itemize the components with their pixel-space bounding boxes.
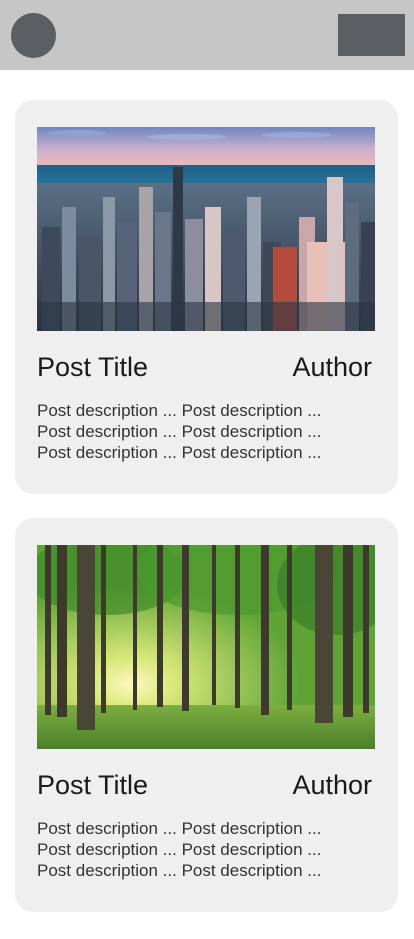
post-description-line: Post description ... Post description ..…	[37, 819, 322, 838]
post-description-line: Post description ... Post description ..…	[37, 861, 322, 880]
post-description-line: Post description ... Post description ..…	[37, 401, 322, 420]
menu-button[interactable]	[338, 14, 405, 56]
post-title[interactable]: Post Title	[37, 351, 148, 383]
post-description: Post description ... Post description ..…	[37, 818, 377, 881]
post-author[interactable]: Author	[292, 769, 372, 801]
post-card[interactable]: Post Title Author Post description ... P…	[15, 518, 398, 912]
post-description-line: Post description ... Post description ..…	[37, 443, 322, 462]
post-description: Post description ... Post description ..…	[37, 400, 377, 463]
post-card[interactable]: Post Title Author Post description ... P…	[15, 100, 398, 494]
city-skyline-image	[37, 127, 375, 331]
forest-image	[37, 545, 375, 749]
post-author[interactable]: Author	[292, 351, 372, 383]
post-description-line: Post description ... Post description ..…	[37, 422, 322, 441]
post-title[interactable]: Post Title	[37, 769, 148, 801]
user-avatar-icon[interactable]	[11, 13, 56, 58]
post-description-line: Post description ... Post description ..…	[37, 840, 322, 859]
top-app-bar	[0, 0, 414, 70]
